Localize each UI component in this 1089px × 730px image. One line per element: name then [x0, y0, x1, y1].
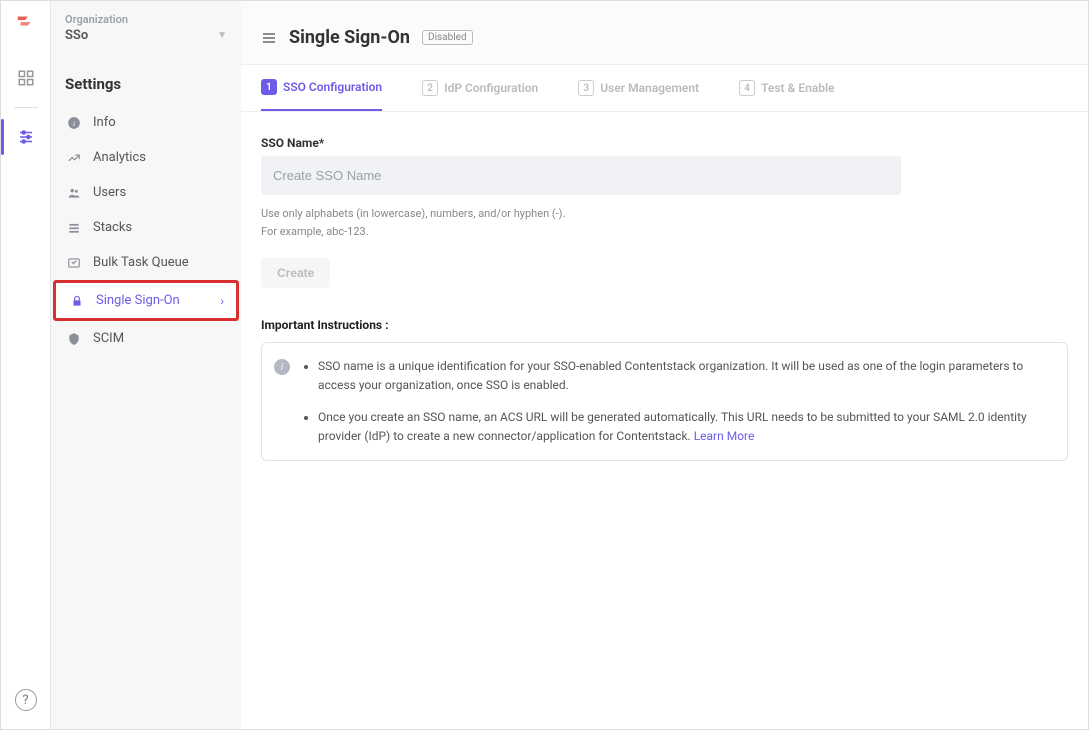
sidebar: Organization SSo ▼ Settings i Info Analy…	[51, 1, 241, 729]
chevron-right-icon: ›	[220, 294, 224, 308]
page-title: Single Sign-On	[289, 27, 410, 48]
hint-text: Use only alphabets (in lowercase), numbe…	[261, 205, 1068, 240]
instructions-title: Important Instructions :	[261, 318, 1068, 332]
tab-number: 2	[422, 80, 438, 96]
hint-line-2: For example, abc-123.	[261, 223, 1068, 241]
tab-label: IdP Configuration	[444, 81, 538, 95]
create-button[interactable]: Create	[261, 258, 330, 288]
dashboard-icon[interactable]	[16, 68, 36, 88]
org-selector[interactable]: Organization SSo ▼	[51, 7, 241, 53]
sidebar-item-label: Stacks	[93, 220, 132, 235]
sidebar-item-label: Analytics	[93, 150, 146, 165]
instruction-text: SSO name is a unique identification for …	[318, 359, 1023, 392]
users-icon	[65, 186, 83, 200]
help-icon[interactable]: ?	[15, 689, 37, 711]
tab-user-management[interactable]: 3 User Management	[578, 65, 699, 111]
sidebar-item-label: Users	[93, 185, 126, 200]
sidebar-item-label: Info	[93, 115, 116, 130]
instruction-text: Once you create an SSO name, an ACS URL …	[318, 410, 1027, 443]
lock-icon	[68, 294, 86, 308]
sidebar-item-scim[interactable]: SCIM	[53, 321, 239, 356]
main: Single Sign-On Disabled 1 SSO Configurat…	[241, 1, 1088, 729]
sidebar-item-label: SCIM	[93, 331, 124, 346]
chevron-down-icon: ▼	[217, 30, 227, 41]
instruction-box: i SSO name is a unique identification fo…	[261, 342, 1068, 461]
tab-label: Test & Enable	[761, 81, 834, 95]
instruction-item: SSO name is a unique identification for …	[318, 357, 1051, 395]
tab-number: 3	[578, 80, 594, 96]
app-logo	[15, 11, 37, 33]
sidebar-item-single-sign-on[interactable]: Single Sign-On ›	[53, 280, 239, 321]
status-badge: Disabled	[422, 30, 473, 45]
content: SSO Name* Use only alphabets (in lowerca…	[241, 112, 1088, 485]
main-header: Single Sign-On Disabled	[241, 1, 1088, 65]
queue-icon	[65, 256, 83, 270]
sidebar-item-bulk-task-queue[interactable]: Bulk Task Queue	[53, 245, 239, 280]
svg-text:i: i	[73, 118, 75, 127]
analytics-icon	[65, 151, 83, 165]
sidebar-item-users[interactable]: Users	[53, 175, 239, 210]
instruction-item: Once you create an SSO name, an ACS URL …	[318, 408, 1051, 446]
tab-sso-configuration[interactable]: 1 SSO Configuration	[261, 65, 382, 111]
sidebar-item-stacks[interactable]: Stacks	[53, 210, 239, 245]
sidebar-item-label: Single Sign-On	[96, 293, 180, 308]
org-name: SSo	[65, 28, 88, 43]
left-rail: ?	[1, 1, 51, 729]
tabs: 1 SSO Configuration 2 IdP Configuration …	[241, 65, 1088, 112]
shield-icon	[65, 332, 83, 346]
sso-name-label: SSO Name*	[261, 136, 1068, 150]
tab-test-enable[interactable]: 4 Test & Enable	[739, 65, 834, 111]
tab-number: 4	[739, 80, 755, 96]
settings-rail-icon[interactable]	[16, 127, 36, 147]
sidebar-item-info[interactable]: i Info	[53, 105, 239, 140]
hint-line-1: Use only alphabets (in lowercase), numbe…	[261, 205, 1068, 223]
sidebar-item-analytics[interactable]: Analytics	[53, 140, 239, 175]
tab-label: User Management	[600, 81, 699, 95]
tab-idp-configuration[interactable]: 2 IdP Configuration	[422, 65, 538, 111]
info-icon: i	[274, 359, 290, 375]
sidebar-list: i Info Analytics Users Stacks Bulk Task …	[51, 105, 241, 356]
sso-name-input[interactable]	[261, 156, 901, 195]
learn-more-link[interactable]: Learn More	[694, 429, 755, 443]
org-label: Organization	[65, 13, 227, 26]
sidebar-item-label: Bulk Task Queue	[93, 255, 189, 270]
stacks-icon	[65, 221, 83, 235]
sidebar-title: Settings	[51, 53, 241, 105]
menu-icon[interactable]	[261, 30, 277, 46]
info-icon: i	[65, 116, 83, 130]
instruction-list: SSO name is a unique identification for …	[302, 357, 1051, 446]
rail-divider	[14, 107, 38, 108]
tab-number: 1	[261, 79, 277, 95]
tab-label: SSO Configuration	[283, 80, 382, 94]
